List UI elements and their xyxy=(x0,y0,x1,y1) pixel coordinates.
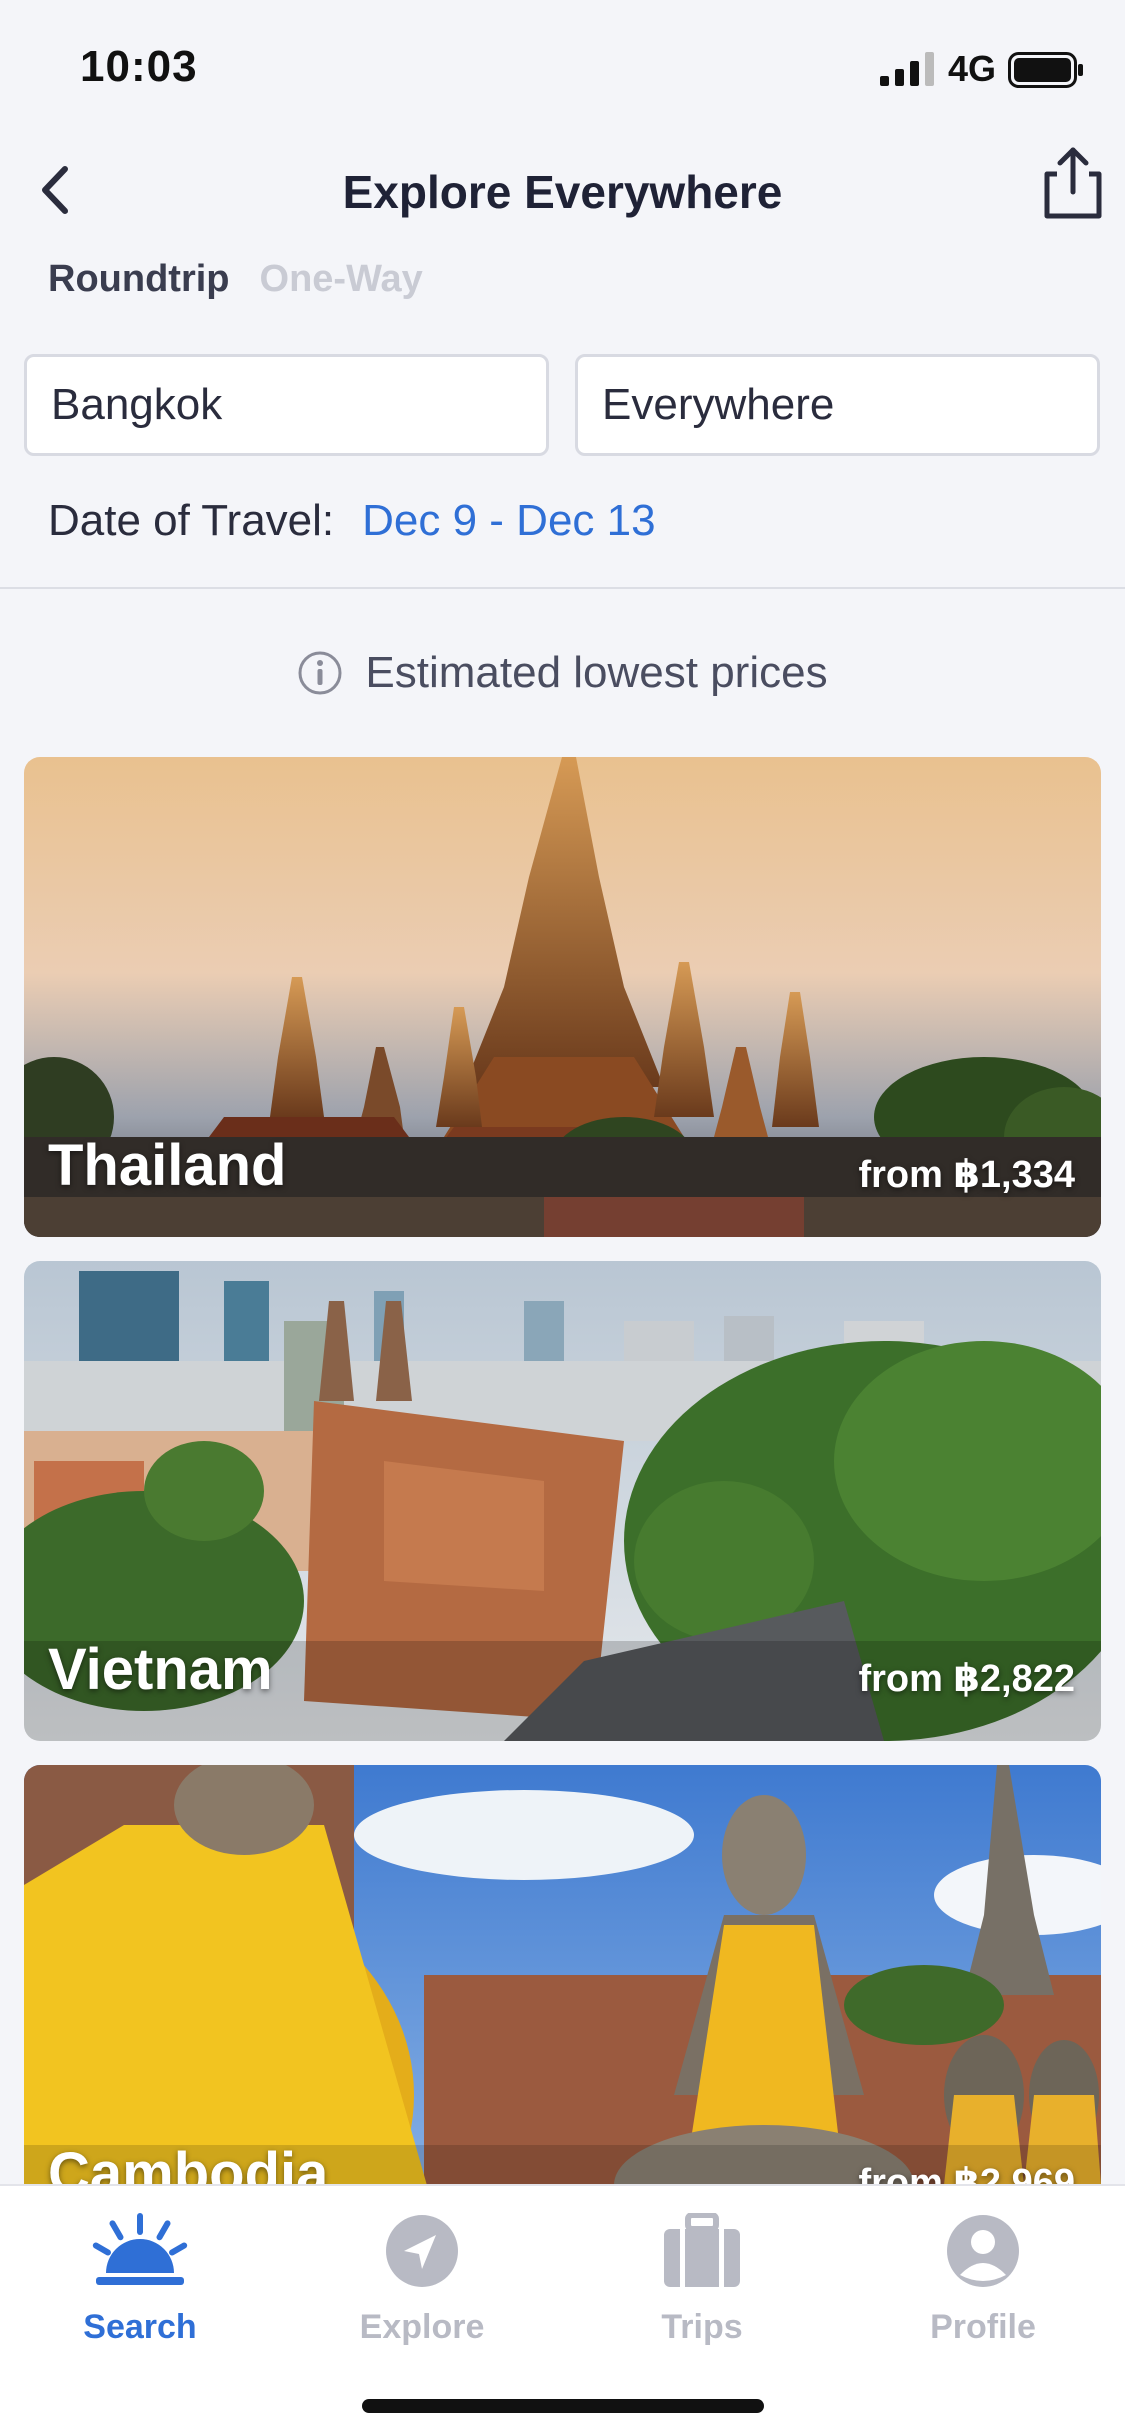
trip-type-selector: Roundtrip One-Way xyxy=(48,258,423,301)
origin-field[interactable]: Bangkok xyxy=(24,354,549,456)
date-of-travel[interactable]: Date of Travel: Dec 9 - Dec 13 xyxy=(48,496,656,546)
tab-profile[interactable]: Profile xyxy=(873,2206,1093,2356)
tab-label: Search xyxy=(83,2308,197,2346)
signal-icon xyxy=(880,52,934,86)
info-icon[interactable] xyxy=(297,650,343,696)
tab-label: Trips xyxy=(661,2308,743,2346)
share-icon xyxy=(1044,147,1102,219)
tab-label: Explore xyxy=(359,2308,485,2346)
date-value[interactable]: Dec 9 - Dec 13 xyxy=(362,496,655,546)
status-bar: 10:03 4G xyxy=(0,0,1125,140)
destination-name: Thailand xyxy=(48,1133,287,1198)
destination-field[interactable]: Everywhere xyxy=(575,354,1100,456)
divider xyxy=(0,587,1125,589)
roundtrip-option[interactable]: Roundtrip xyxy=(48,258,230,301)
destination-name: Vietnam xyxy=(48,1637,273,1702)
page-title: Explore Everywhere xyxy=(342,166,783,218)
estimated-prices-notice: Estimated lowest prices xyxy=(0,648,1125,698)
destination-card-vietnam[interactable]: Vietnam from ฿2,822 xyxy=(24,1261,1101,1741)
one-way-option[interactable]: One-Way xyxy=(260,258,423,301)
suitcase-icon xyxy=(664,2213,740,2287)
tab-explore[interactable]: Explore xyxy=(312,2206,532,2356)
date-label: Date of Travel: xyxy=(48,496,335,545)
network-type: 4G xyxy=(948,48,997,89)
destination-card-cambodia[interactable]: Cambodia from ฿2,969 xyxy=(24,1765,1101,2245)
status-time: 10:03 xyxy=(80,42,198,91)
tab-trips[interactable]: Trips xyxy=(592,2206,812,2356)
share-button[interactable] xyxy=(1040,145,1106,221)
app-screen: 10:03 4G Explore Everywhere Roundtrip On… xyxy=(0,0,1125,2436)
tab-label: Profile xyxy=(930,2308,1036,2346)
person-icon xyxy=(947,2215,1019,2287)
home-indicator[interactable] xyxy=(362,2399,764,2413)
compass-icon xyxy=(386,2215,458,2287)
sunrise-icon xyxy=(92,2213,188,2285)
tab-search[interactable]: Search xyxy=(30,2206,250,2356)
destination-price: from ฿2,822 xyxy=(858,1658,1075,1700)
battery-icon xyxy=(1008,52,1083,88)
tab-bar: Search Explore Trips Profile xyxy=(0,2184,1125,2436)
destination-card-thailand[interactable]: Thailand from ฿1,334 xyxy=(24,757,1101,1237)
estimated-prices-text: Estimated lowest prices xyxy=(365,648,828,697)
destination-price: from ฿1,334 xyxy=(858,1154,1075,1196)
